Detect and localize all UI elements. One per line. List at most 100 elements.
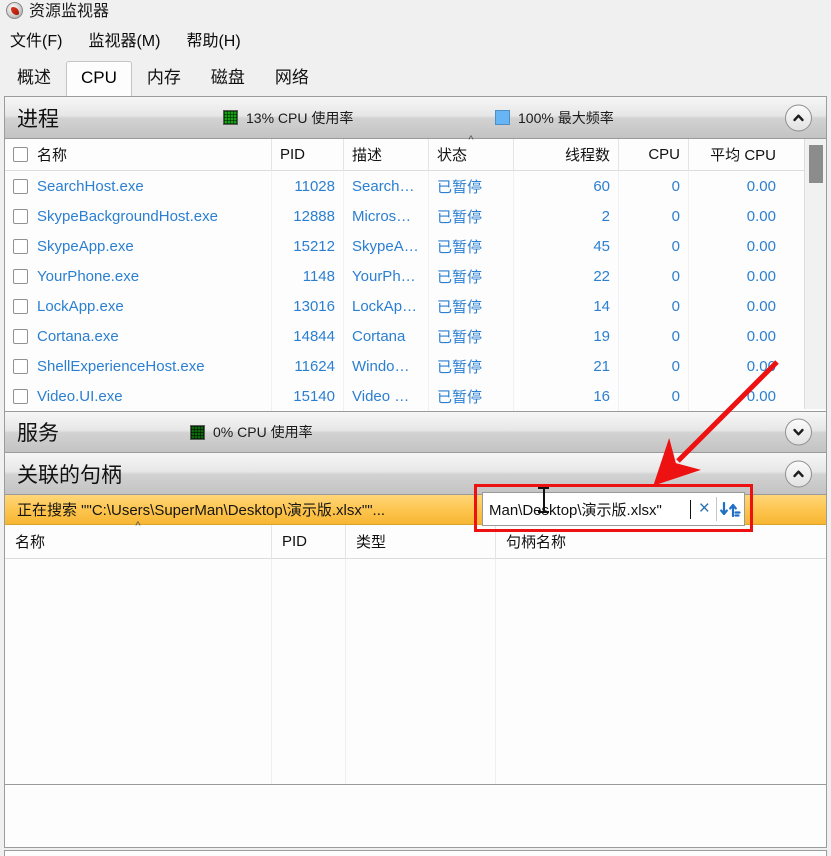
cell-cpu: 0 [619,261,689,291]
cell-threads: 16 [514,381,619,411]
column-header-threads[interactable]: 线程数 [514,139,619,171]
column-header-pid[interactable]: PID [272,139,344,171]
column-header-avg-cpu[interactable]: 平均 CPU [689,139,784,171]
column-label-threads: 线程数 [565,144,610,165]
bottom-panel-edge [4,850,827,856]
column-label-avg-cpu: 平均 CPU [710,144,776,165]
handles-search-box[interactable]: × [482,492,745,526]
cell-name: Video.UI.exe [5,381,272,411]
sort-ascending-icon: ^ [468,135,473,145]
column-header-cpu[interactable]: CPU [619,139,689,171]
cell-description: SkypeA… [344,231,429,261]
refresh-arrows-icon [720,500,741,519]
green-swatch-icon [223,110,238,125]
cell-status: 已暂停 [429,261,514,291]
services-expand-button[interactable] [785,419,812,446]
menu-item-help[interactable]: 帮助(H) [186,25,252,53]
cell-pid: 11028 [272,171,344,201]
cell-description: Search… [344,171,429,201]
text-caret [690,500,691,519]
table-row[interactable]: SkypeApp.exe15212SkypeA…已暂停4500.00 [5,231,826,261]
chevron-up-icon [791,466,806,481]
dark-green-swatch-icon [190,425,205,440]
table-row[interactable]: Cortana.exe14844Cortana已暂停1900.00 [5,321,826,351]
process-name-label: Cortana.exe [37,328,119,345]
cell-cpu: 0 [619,351,689,381]
cell-name: Cortana.exe [5,321,272,351]
cell-description: LockAp… [344,291,429,321]
services-section-header[interactable]: 服务 0% CPU 使用率 [5,411,826,453]
handles-section-header[interactable]: 关联的句柄 [5,453,826,495]
services-title: 服务 [17,417,59,447]
search-input[interactable] [483,493,690,525]
handles-column-header-pid[interactable]: PID [272,525,346,559]
column-header-name[interactable]: 名称 [5,139,272,171]
cell-avg_cpu: 0.00 [689,321,784,351]
cell-pid: 15140 [272,381,344,411]
services-cpu-usage-legend: 0% CPU 使用率 [190,422,313,442]
tab-overview[interactable]: 概述 [2,56,66,96]
cell-threads: 19 [514,321,619,351]
cell-status: 已暂停 [429,201,514,231]
services-cpu-usage-label: 0% CPU 使用率 [213,422,313,442]
cell-pid: 1148 [272,261,344,291]
scrollbar-thumb[interactable] [809,145,823,183]
handles-column-header-name[interactable]: ^ 名称 [5,525,272,559]
row-checkbox[interactable] [13,269,28,284]
chevron-down-icon [791,425,806,440]
handles-column-label-handle-name: 句柄名称 [506,531,566,552]
tab-cpu[interactable]: CPU [66,61,132,96]
row-checkbox[interactable] [13,179,28,194]
process-table-header: 名称 PID 描述 ^ 状态 线程数 CPU [5,139,826,171]
clear-search-button[interactable]: × [693,493,716,525]
search-refresh-button[interactable] [717,493,744,525]
tab-disk[interactable]: 磁盘 [196,56,260,96]
row-checkbox[interactable] [13,389,28,404]
table-row[interactable]: YourPhone.exe1148YourPh…已暂停2200.00 [5,261,826,291]
column-header-status[interactable]: ^ 状态 [429,139,514,171]
process-list-scrollbar[interactable] [804,139,826,409]
menu-item-monitor[interactable]: 监视器(M) [88,25,172,53]
cell-threads: 45 [514,231,619,261]
row-checkbox[interactable] [13,209,28,224]
handles-column-header-handle-name[interactable]: 句柄名称 [496,525,806,559]
table-row[interactable]: ShellExperienceHost.exe11624Windo…已暂停210… [5,351,826,381]
cell-cpu: 0 [619,201,689,231]
handles-body-col-name [5,559,272,784]
processes-collapse-button[interactable] [785,104,812,131]
tab-network[interactable]: 网络 [260,56,324,96]
cell-avg_cpu: 0.00 [689,231,784,261]
menu-item-file[interactable]: 文件(F) [10,25,74,53]
menu-bar: 文件(F) 监视器(M) 帮助(H) [0,23,831,55]
table-row[interactable]: SearchHost.exe11028Search…已暂停6000.00 [5,171,826,201]
cell-cpu: 0 [619,171,689,201]
process-name-label: Video.UI.exe [37,388,123,405]
tab-memory[interactable]: 内存 [132,56,196,96]
handles-collapse-button[interactable] [785,460,812,487]
handles-column-header-type[interactable]: 类型 [346,525,496,559]
cell-avg_cpu: 0.00 [689,291,784,321]
select-all-checkbox[interactable] [13,147,28,162]
process-name-label: SearchHost.exe [37,178,144,195]
cell-name: SearchHost.exe [5,171,272,201]
row-checkbox[interactable] [13,359,28,374]
table-row[interactable]: Video.UI.exe15140Video …已暂停1600.00 [5,381,826,411]
table-row[interactable]: LockApp.exe13016LockAp…已暂停1400.00 [5,291,826,321]
resource-monitor-window: 资源监视器 文件(F) 监视器(M) 帮助(H) 概述 CPU 内存 磁盘 网络… [0,0,831,856]
processes-section-header[interactable]: 进程 13% CPU 使用率 100% 最大频率 [5,97,826,139]
handles-table-header: ^ 名称 PID 类型 句柄名称 [5,525,826,559]
process-name-label: ShellExperienceHost.exe [37,358,205,375]
chevron-up-icon [791,110,806,125]
table-row[interactable]: SkypeBackgroundHost.exe12888Micros…已暂停20… [5,201,826,231]
title-bar: 资源监视器 [0,0,831,20]
handles-body-col-handle-name [496,559,806,784]
process-name-label: LockApp.exe [37,298,124,315]
cell-threads: 21 [514,351,619,381]
row-checkbox[interactable] [13,239,28,254]
row-checkbox[interactable] [13,329,28,344]
cell-cpu: 0 [619,381,689,411]
column-header-description[interactable]: 描述 [344,139,429,171]
handles-table-body [5,559,826,785]
process-table-body: SearchHost.exe11028Search…已暂停6000.00Skyp… [5,171,826,411]
row-checkbox[interactable] [13,299,28,314]
